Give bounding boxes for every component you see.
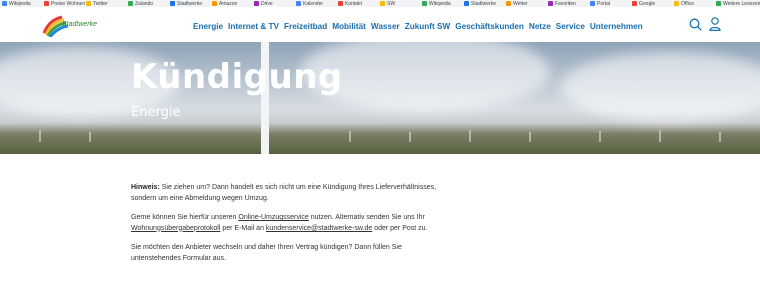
bookmark-label: Stadtwerke [177,0,203,7]
bookmark-label: Weitere Lesezeichen [723,0,760,7]
page-title: Kündigung [131,57,343,97]
bookmark-label: Favoriten [555,0,576,7]
nav-item-netze[interactable]: Netze [529,22,551,31]
bookmark-item[interactable]: Weitere Lesezeichen [716,0,760,7]
nav-item-geschaeftskunden[interactable]: Geschäftskunden [455,22,524,31]
user-icon[interactable] [709,17,721,31]
bookmark-label: Kontakt [345,0,362,7]
wind-turbines-graphic [39,42,721,154]
nav-item-zukunft-sw[interactable]: Zukunft SW [405,22,450,31]
search-icon[interactable] [689,18,702,31]
hint-text: Sie ziehen um? Dann handelt es sich nich… [159,184,437,191]
bookmark-label: SW [387,0,396,7]
kundenservice-email-link[interactable]: kundenservice@stadtwerke-sw.de [266,225,372,232]
main-content: Hinweis: Sie ziehen um? Dann handelt es … [131,183,511,273]
bookmark-label: Wikipedia [429,0,451,7]
text: Sie möchten den Anbieter wechseln und da… [131,244,402,251]
bookmarks-bar: Wikipedia Preise Wohnen Twitter Zalando Stad… [0,0,760,7]
online-umzugsservice-link[interactable]: Online-Umzugsservice [238,214,308,221]
bookmark-item[interactable]: Stadtwerke [170,0,202,7]
bookmark-favicon-icon [86,1,91,6]
logo-text: Stadtwerke [62,21,98,28]
hint-text-2: sondern um eine Abmeldung wegen Umzug. [131,194,269,202]
site-header: Stadtwerke Energie Internet & TV Freizei… [0,7,760,42]
nav-item-unternehmen[interactable]: Unternehmen [590,22,643,31]
bookmark-label: Preise Wohnen [51,0,86,7]
bookmark-label: Portal [597,0,611,7]
hint-label: Hinweis: [131,184,160,191]
nav-item-wasser[interactable]: Wasser [371,22,400,31]
bookmark-favicon-icon [170,1,175,6]
bookmark-item[interactable]: Kalender [296,0,323,7]
bookmark-item[interactable]: SW [380,0,395,7]
bookmark-label: Wetter [513,0,528,7]
bookmark-label: Twitter [93,0,108,7]
nav-item-freizeitbad[interactable]: Freizeitbad [284,22,327,31]
bookmark-label: Wikipedia [9,0,31,7]
bookmark-item[interactable]: Favoriten [548,0,576,7]
bookmark-favicon-icon [548,1,553,6]
bookmark-item[interactable]: Wikipedia [2,0,31,7]
bookmark-item[interactable]: Office [674,0,694,7]
bookmark-favicon-icon [674,1,679,6]
main-nav: Energie Internet & TV Freizeitbad Mobili… [193,22,643,31]
bookmark-favicon-icon [632,1,637,6]
bookmark-item[interactable]: Kontakt [338,0,362,7]
bookmark-favicon-icon [422,1,427,6]
wohnungsuebergabeprotokoll-link[interactable]: Wohnungsübergabeprotokoll [131,225,220,232]
bookmark-favicon-icon [464,1,469,6]
bookmark-label: Drive [261,0,273,7]
text: Gerne können Sie hierfür unseren [131,214,239,221]
bookmark-favicon-icon [128,1,133,6]
bookmark-favicon-icon [380,1,385,6]
bookmark-item[interactable]: Google [632,0,655,7]
bookmark-item[interactable]: Preise Wohnen [44,0,85,7]
bookmark-label: Kalender [303,0,324,7]
bookmark-favicon-icon [212,1,217,6]
bookmark-item[interactable]: Twitter [86,0,108,7]
bookmark-favicon-icon [254,1,259,6]
bookmark-item[interactable]: Amazon [212,0,237,7]
nav-item-service[interactable]: Service [556,22,585,31]
bookmark-favicon-icon [44,1,49,6]
nav-item-internet-tv[interactable]: Internet & TV [228,22,279,31]
text: per E-Mail an [220,224,266,232]
bookmark-favicon-icon [338,1,343,6]
bookmark-item[interactable]: Zalando [128,0,153,7]
nav-item-energie[interactable]: Energie [193,22,223,31]
bookmark-label: Zalando [135,0,154,7]
nav-item-mobilitaet[interactable]: Mobilität [332,22,366,31]
bookmark-label: Amazon [219,0,238,7]
bookmark-favicon-icon [2,1,7,6]
umzug-paragraph: Gerne können Sie hierfür unseren Online-… [131,213,511,234]
bookmark-label: Stadtwerke [471,0,497,7]
bookmark-favicon-icon [506,1,511,6]
bookmark-item[interactable]: Stadtwerke [464,0,496,7]
bookmark-item[interactable]: Drive [254,0,273,7]
hint-paragraph: Hinweis: Sie ziehen um? Dann handelt es … [131,183,511,204]
bookmark-item[interactable]: Wetter [506,0,528,7]
bookmark-favicon-icon [296,1,301,6]
bookmark-label: Google [639,0,656,7]
text: nutzen. Alternativ senden Sie uns Ihr [308,214,425,221]
page-subtitle: Energie [131,105,181,120]
wechsel-paragraph: Sie möchten den Anbieter wechseln und da… [131,243,511,264]
bookmark-favicon-icon [590,1,595,6]
bookmark-item[interactable]: Portal [590,0,610,7]
bookmark-item[interactable]: Wikipedia [422,0,451,7]
bookmark-favicon-icon [716,1,721,6]
text: untenstehendes Formular aus. [131,254,226,262]
bookmark-label: Office [681,0,694,7]
text: oder per Post zu. [372,224,428,232]
hero-banner: Kündigung Energie [0,42,760,154]
